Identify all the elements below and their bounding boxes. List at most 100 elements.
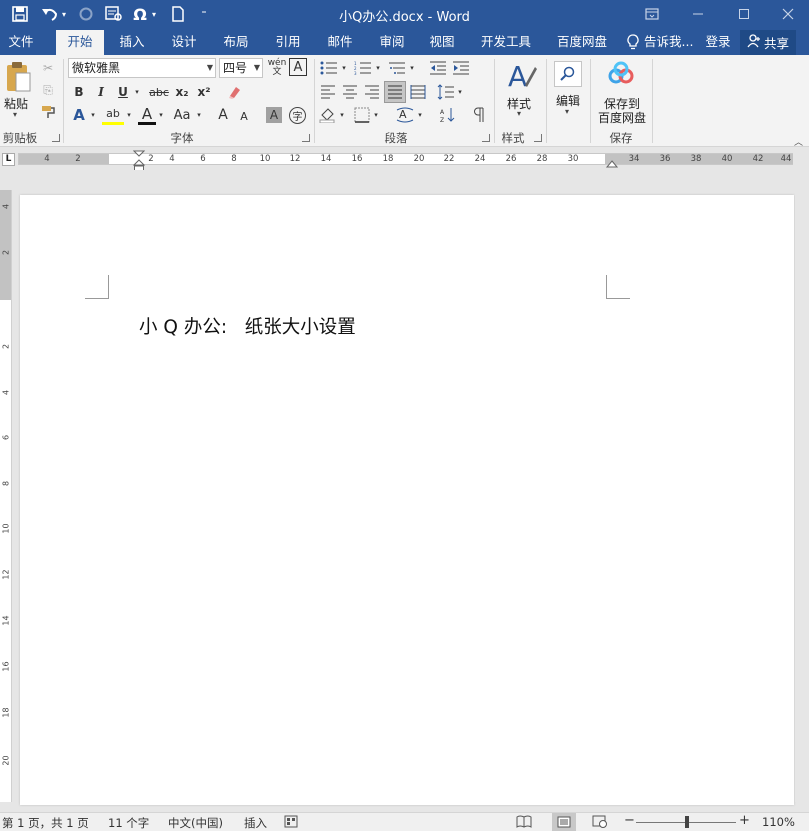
- styles-launcher-icon[interactable]: [534, 134, 542, 142]
- zoom-slider-thumb[interactable]: [685, 816, 689, 828]
- styles-icon[interactable]: A: [505, 59, 537, 93]
- font-name-select[interactable]: 微软雅黑 ▼: [68, 58, 216, 78]
- font-launcher-icon[interactable]: [302, 134, 310, 142]
- subscript-button[interactable]: x₂: [172, 82, 192, 102]
- maximize-icon[interactable]: [722, 0, 766, 28]
- document-text[interactable]: 小 Q 办公: 纸张大小设置: [139, 313, 356, 339]
- superscript-button[interactable]: x²: [194, 82, 214, 102]
- align-center-icon[interactable]: [340, 82, 360, 102]
- italic-button[interactable]: I: [92, 82, 110, 102]
- numbering-icon[interactable]: 123: [352, 58, 374, 78]
- copy-icon[interactable]: ⎘: [38, 81, 58, 99]
- tab-home[interactable]: 开始: [56, 30, 104, 55]
- macro-record-icon[interactable]: [284, 815, 298, 828]
- highlight-button[interactable]: ab: [102, 105, 124, 125]
- zoom-level[interactable]: 110%: [762, 815, 795, 829]
- bullets-icon[interactable]: [318, 58, 340, 78]
- paragraph-launcher-icon[interactable]: [482, 134, 490, 142]
- grow-font-button[interactable]: A: [214, 105, 232, 125]
- vertical-ruler[interactable]: 4 2 2 4 6 8 10 12 14 16 18 20: [0, 190, 12, 802]
- font-size-select[interactable]: 四号 ▼: [219, 58, 263, 78]
- tab-references[interactable]: 引用: [266, 30, 310, 55]
- tab-mailings[interactable]: 邮件: [318, 30, 362, 55]
- cut-icon[interactable]: ✂: [38, 59, 58, 77]
- clipboard-icon[interactable]: [4, 61, 32, 93]
- chinese-layout-dropdown-icon[interactable]: ▾: [416, 105, 424, 125]
- clear-formatting-icon[interactable]: [224, 82, 244, 102]
- tab-view[interactable]: 视图: [420, 30, 464, 55]
- bold-button[interactable]: B: [70, 82, 88, 102]
- page-count[interactable]: 第 1 页，共 1 页: [2, 815, 89, 831]
- editing-dropdown-icon[interactable]: ▾: [565, 107, 569, 116]
- justify-icon[interactable]: [384, 81, 406, 103]
- line-spacing-dropdown-icon[interactable]: ▾: [456, 82, 464, 102]
- increase-indent-icon[interactable]: [451, 58, 471, 78]
- tab-layout[interactable]: 布局: [214, 30, 258, 55]
- phonetic-guide-button[interactable]: wén 文: [266, 57, 288, 79]
- tab-review[interactable]: 审阅: [370, 30, 414, 55]
- ribbon-display-options-icon[interactable]: [630, 0, 674, 28]
- tab-file[interactable]: 文件: [0, 30, 42, 55]
- print-layout-icon[interactable]: [552, 813, 576, 831]
- vertical-scrollbar[interactable]: [795, 170, 809, 802]
- save-to-baidu-line2[interactable]: 百度网盘: [595, 109, 649, 126]
- collapse-ribbon-icon[interactable]: ︿: [794, 135, 803, 148]
- zoom-out-button[interactable]: −: [624, 813, 635, 828]
- close-icon[interactable]: [766, 0, 809, 28]
- shading-icon[interactable]: [318, 105, 338, 125]
- enclose-characters-button[interactable]: 字: [289, 107, 306, 124]
- distributed-icon[interactable]: [408, 82, 428, 102]
- show-marks-icon[interactable]: [470, 105, 488, 125]
- right-indent-marker[interactable]: [605, 159, 619, 169]
- line-spacing-icon[interactable]: [436, 82, 456, 102]
- language-indicator[interactable]: 中文(中国): [168, 815, 223, 831]
- chevron-down-icon: ▼: [253, 63, 260, 72]
- change-case-dropdown-icon[interactable]: ▾: [194, 105, 204, 125]
- document-page[interactable]: [20, 195, 794, 805]
- tab-baidu-netdisk[interactable]: 百度网盘: [550, 30, 614, 55]
- align-left-icon[interactable]: [318, 82, 338, 102]
- borders-icon[interactable]: [352, 105, 372, 125]
- underline-button[interactable]: U: [114, 82, 132, 102]
- format-painter-icon[interactable]: [38, 103, 58, 121]
- tab-insert[interactable]: 插入: [110, 30, 154, 55]
- shading-dropdown-icon[interactable]: ▾: [338, 105, 346, 125]
- web-layout-icon[interactable]: [592, 815, 608, 828]
- highlight-dropdown-icon[interactable]: ▾: [124, 105, 134, 125]
- bullets-dropdown-icon[interactable]: ▾: [340, 58, 348, 78]
- zoom-in-button[interactable]: +: [739, 813, 750, 828]
- change-case-button[interactable]: Aa: [170, 105, 194, 125]
- decrease-indent-icon[interactable]: [428, 58, 448, 78]
- numbering-dropdown-icon[interactable]: ▾: [374, 58, 382, 78]
- text-effects-dropdown-icon[interactable]: ▾: [88, 105, 98, 125]
- borders-dropdown-icon[interactable]: ▾: [372, 105, 380, 125]
- baidu-netdisk-icon[interactable]: [606, 61, 636, 87]
- minimize-icon[interactable]: [676, 0, 720, 28]
- font-color-dropdown-icon[interactable]: ▾: [156, 105, 166, 125]
- tab-design[interactable]: 设计: [162, 30, 206, 55]
- word-count[interactable]: 11 个字: [108, 815, 149, 831]
- tab-selector[interactable]: L: [2, 153, 15, 166]
- read-mode-icon[interactable]: [516, 815, 532, 828]
- multilevel-dropdown-icon[interactable]: ▾: [408, 58, 416, 78]
- find-icon[interactable]: [554, 61, 582, 87]
- strikethrough-button[interactable]: abc: [146, 82, 172, 102]
- tell-me-search[interactable]: 告诉我...: [644, 30, 696, 55]
- text-effects-button[interactable]: A: [70, 105, 88, 125]
- underline-dropdown-icon[interactable]: ▾: [132, 82, 142, 102]
- shrink-font-button[interactable]: A: [236, 107, 252, 125]
- align-right-icon[interactable]: [362, 82, 382, 102]
- character-border-button[interactable]: A: [289, 58, 307, 76]
- login-link[interactable]: 登录: [700, 30, 736, 55]
- insert-mode[interactable]: 插入: [244, 815, 267, 831]
- paste-dropdown-icon[interactable]: ▾: [13, 110, 17, 119]
- tab-developer[interactable]: 开发工具: [474, 30, 538, 55]
- chinese-layout-icon[interactable]: A: [394, 105, 416, 125]
- font-color-button[interactable]: A: [138, 105, 156, 125]
- character-shading-button[interactable]: A: [266, 107, 282, 123]
- sort-icon[interactable]: AZ: [438, 105, 458, 125]
- share-button[interactable]: 共享: [740, 30, 796, 55]
- multilevel-list-icon[interactable]: [386, 58, 408, 78]
- styles-dropdown-icon[interactable]: ▾: [517, 109, 521, 118]
- clipboard-launcher-icon[interactable]: [52, 134, 60, 142]
